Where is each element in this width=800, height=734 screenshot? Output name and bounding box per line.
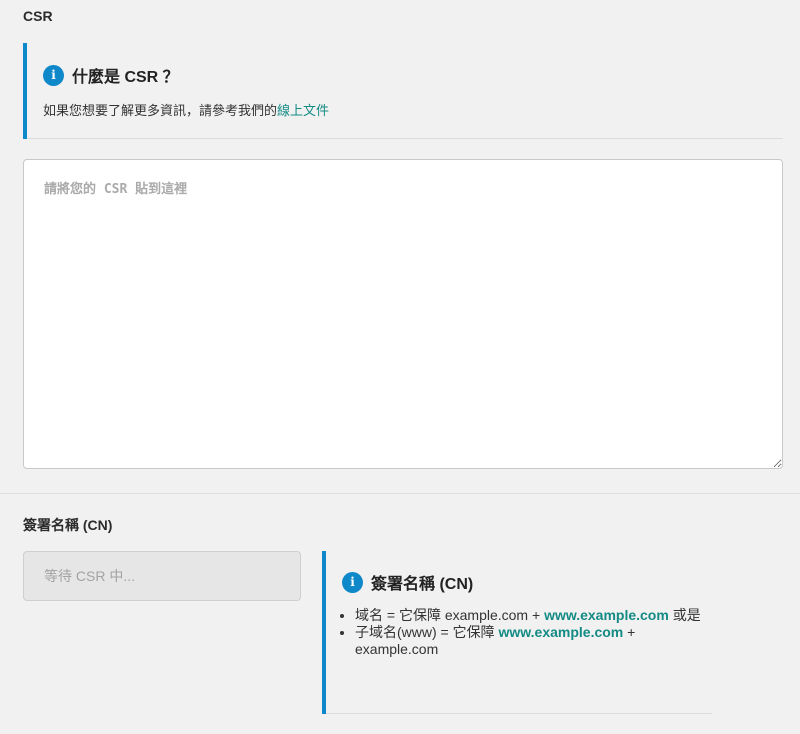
cn-section-label: 簽署名稱 (CN): [23, 517, 113, 533]
list-item: 域名 = 它保障 example.com + www.example.com 或…: [355, 607, 715, 624]
csr-info-title-text: 什麼是 CSR ？: [72, 69, 179, 86]
info-icon: i: [342, 571, 363, 593]
cn-info-title-text: 簽署名稱 (CN): [371, 576, 474, 593]
csr-info-title: i 什麼是 CSR ？: [43, 63, 179, 87]
docs-link[interactable]: 線上文件: [277, 103, 329, 118]
highlight-domain: www.example.com: [498, 624, 624, 640]
common-name-input[interactable]: [23, 551, 301, 601]
info-divider: [27, 138, 783, 139]
list-item: 子域名(www) = 它保障 www.example.com + example…: [355, 624, 715, 658]
section-divider: [0, 493, 800, 494]
csr-section-label: CSR: [23, 8, 53, 24]
highlight-domain: www.example.com: [544, 607, 669, 623]
info-icon: i: [43, 64, 64, 86]
cn-info-list: 域名 = 它保障 example.com + www.example.com 或…: [338, 607, 715, 658]
csr-textarea[interactable]: [23, 159, 783, 469]
csr-info-desc-text: 如果您想要了解更多資訊，請參考我們的: [43, 103, 278, 118]
csr-info-description: 如果您想要了解更多資訊，請參考我們的線上文件: [43, 100, 329, 119]
info-divider: [326, 713, 712, 714]
csr-info-box: i 什麼是 CSR ？ 如果您想要了解更多資訊，請參考我們的線上文件: [23, 43, 783, 139]
cn-info-title: i 簽署名稱 (CN): [342, 570, 473, 594]
